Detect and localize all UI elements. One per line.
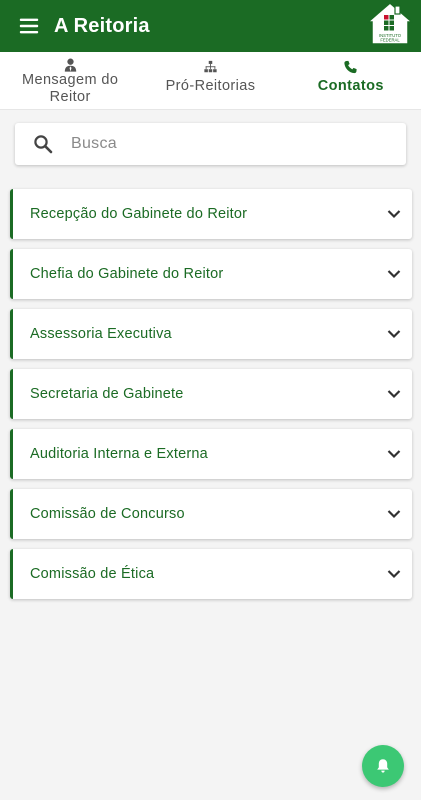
phone-icon — [343, 58, 358, 74]
sitemap-icon — [203, 58, 218, 74]
instituto-federal-logo: INSTITUTO FEDERAL — [367, 2, 413, 45]
svg-text:FEDERAL: FEDERAL — [380, 38, 400, 43]
contacts-list: Recepção do Gabinete do Reitor Chefia do… — [10, 189, 412, 609]
tab-label: Pró-Reitorias — [165, 78, 256, 94]
accordion-item-label: Assessoria Executiva — [30, 326, 172, 342]
chevron-down-icon — [387, 210, 401, 219]
tab-label: Mensagem do Reitor — [22, 72, 119, 105]
chevron-down-icon — [387, 510, 401, 519]
search-icon — [15, 134, 71, 154]
accordion-item-chefia[interactable]: Chefia do Gabinete do Reitor — [10, 249, 412, 299]
user-tie-icon — [63, 56, 78, 72]
menu-button[interactable] — [0, 0, 58, 52]
tab-mensagem-do-reitor[interactable]: Mensagem do Reitor — [0, 52, 140, 109]
accordion-item-comissao-etica[interactable]: Comissão de Ética — [10, 549, 412, 599]
chevron-down-icon — [387, 450, 401, 459]
chevron-down-icon — [387, 390, 401, 399]
accordion-item-label: Recepção do Gabinete do Reitor — [30, 206, 248, 222]
accordion-item-label: Comissão de Ética — [30, 566, 155, 582]
accordion-item-secretaria[interactable]: Secretaria de Gabinete — [10, 369, 412, 419]
accordion-item-auditoria[interactable]: Auditoria Interna e Externa — [10, 429, 412, 479]
search-bar — [15, 123, 406, 165]
tab-contatos[interactable]: Contatos — [281, 52, 421, 109]
chevron-down-icon — [387, 330, 401, 339]
app-bar: A Reitoria INSTITUTO FEDERAL — [0, 0, 421, 52]
accordion-item-comissao-concurso[interactable]: Comissão de Concurso — [10, 489, 412, 539]
accordion-item-label: Secretaria de Gabinete — [30, 386, 184, 402]
search-input[interactable] — [71, 124, 371, 164]
tab-bar: Mensagem do Reitor Pró-Reitorias Contato… — [0, 52, 421, 110]
accordion-item-assessoria[interactable]: Assessoria Executiva — [10, 309, 412, 359]
accordion-item-recepcao[interactable]: Recepção do Gabinete do Reitor — [10, 189, 412, 239]
accordion-item-label: Chefia do Gabinete do Reitor — [30, 266, 224, 282]
bell-icon — [377, 759, 389, 773]
tab-label: Contatos — [317, 78, 384, 94]
notifications-fab[interactable] — [362, 745, 404, 787]
accordion-item-label: Comissão de Concurso — [30, 506, 185, 522]
tab-pro-reitorias[interactable]: Pró-Reitorias — [140, 52, 280, 109]
hamburger-menu-icon — [19, 18, 39, 34]
accordion-item-label: Auditoria Interna e Externa — [30, 446, 208, 462]
chevron-down-icon — [387, 270, 401, 279]
chevron-down-icon — [387, 570, 401, 579]
app-title: A Reitoria — [54, 14, 150, 37]
